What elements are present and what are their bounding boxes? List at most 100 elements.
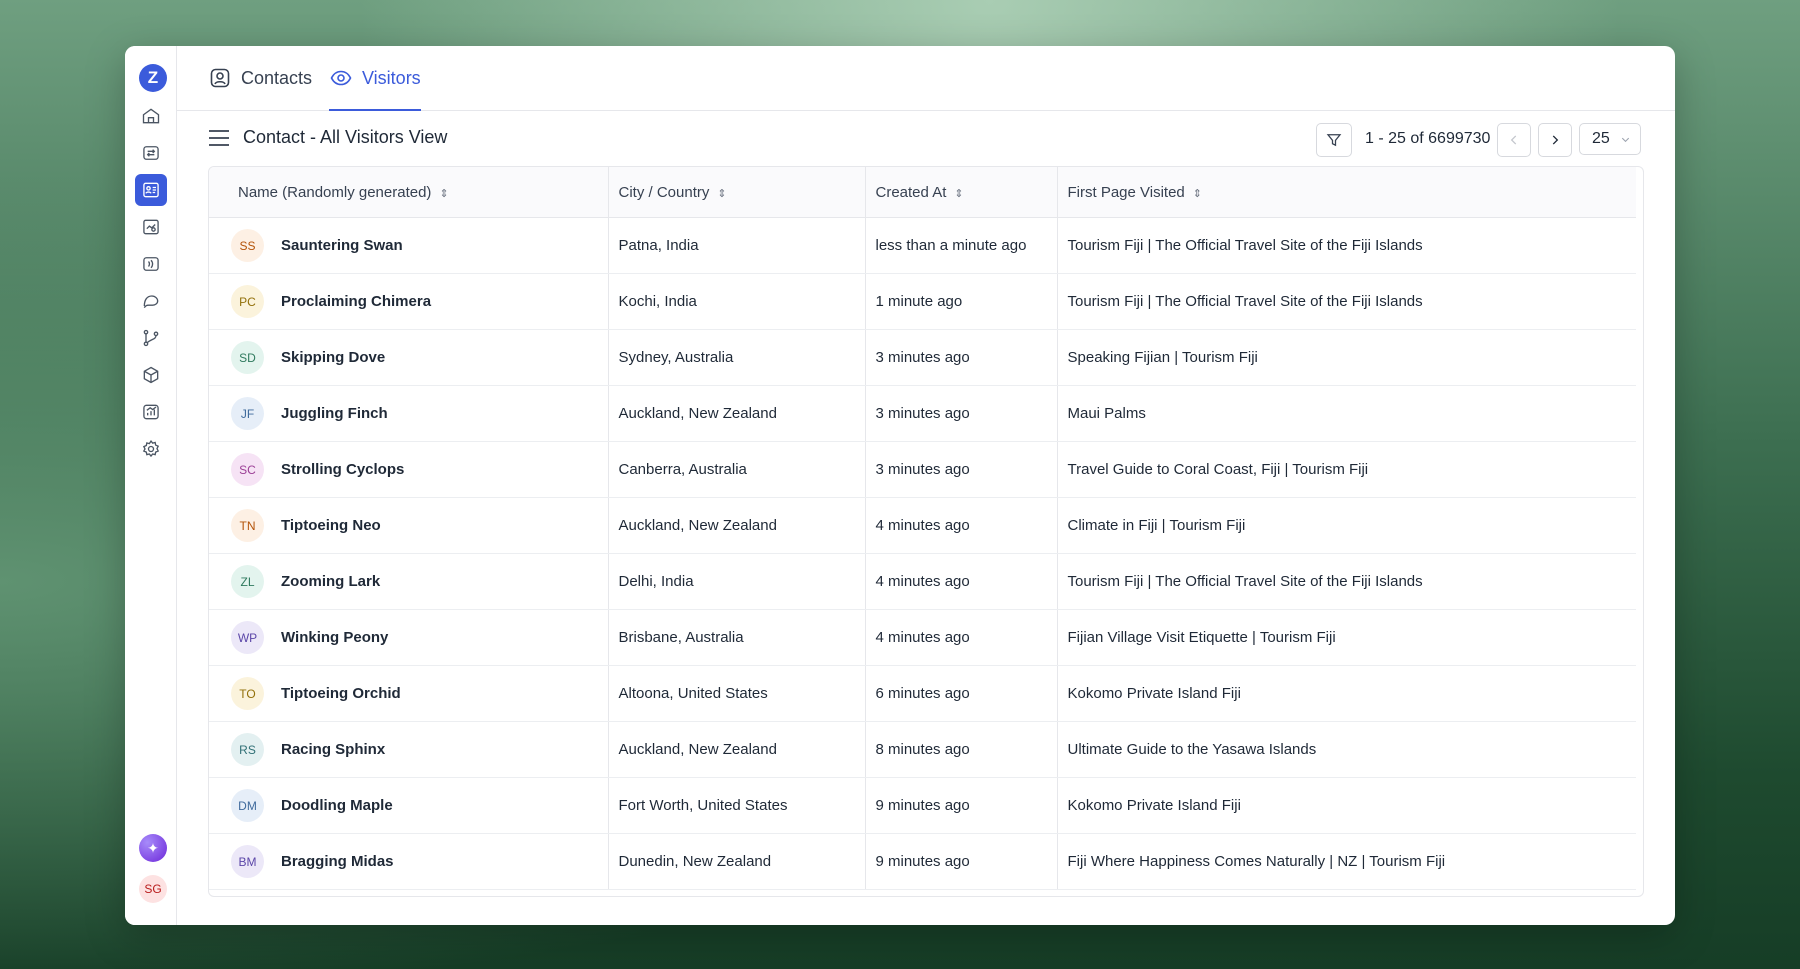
table-row[interactable]: SS Sauntering Swan Patna, India less than a… xyxy=(209,217,1636,274)
visitor-name[interactable]: Tiptoeing Orchid xyxy=(281,685,401,702)
avatar: ZL xyxy=(231,565,264,598)
table-row[interactable]: SC Strolling Cyclops Canberra, Australia 3 … xyxy=(209,441,1636,498)
visitor-name[interactable]: Sauntering Swan xyxy=(281,237,403,254)
column-header-first-page[interactable]: First Page Visited ⇕ xyxy=(1056,167,1636,218)
visitors-table: Name (Randomly generated) ⇕ City / Countr… xyxy=(208,166,1644,897)
visitor-name[interactable]: Strolling Cyclops xyxy=(281,461,404,478)
app-logo[interactable]: Z xyxy=(139,64,167,92)
cell-name[interactable]: TN Tiptoeing Neo xyxy=(209,497,608,554)
visitor-name[interactable]: Proclaiming Chimera xyxy=(281,293,431,310)
table-row[interactable]: TN Tiptoeing Neo Auckland, New Zealand 4 mi… xyxy=(209,497,1636,554)
campaigns-icon[interactable] xyxy=(135,211,167,243)
avatar: TO xyxy=(231,677,264,710)
visitor-name[interactable]: Racing Sphinx xyxy=(281,741,385,758)
tab-contacts-label: Contacts xyxy=(241,67,313,88)
visitor-name[interactable]: Doodling Maple xyxy=(281,797,393,814)
avatar: SC xyxy=(231,453,264,486)
cell-created-at: less than a minute ago xyxy=(864,217,1057,274)
cell-name[interactable]: SC Strolling Cyclops xyxy=(209,441,608,498)
cell-city: Auckland, New Zealand xyxy=(607,497,865,554)
cell-city: Canberra, Australia xyxy=(607,441,865,498)
cell-created-at: 8 minutes ago xyxy=(864,721,1057,778)
column-header-name[interactable]: Name (Randomly generated) ⇕ xyxy=(209,167,608,218)
cell-first-page: Maui Palms xyxy=(1056,385,1636,442)
help-center-icon[interactable] xyxy=(135,285,167,317)
cell-city: Fort Worth, United States xyxy=(607,777,865,834)
visitor-name[interactable]: Tiptoeing Neo xyxy=(281,517,381,534)
view-title[interactable]: Contact - All Visitors View xyxy=(243,127,447,148)
menu-icon[interactable] xyxy=(208,128,230,148)
cell-city: Patna, India xyxy=(607,217,865,274)
eye-icon xyxy=(330,70,352,86)
filter-button[interactable] xyxy=(1316,123,1352,157)
table-row[interactable]: RS Racing Sphinx Auckland, New Zealand 8 mi… xyxy=(209,721,1636,778)
reports-icon[interactable] xyxy=(135,396,167,428)
cell-city: Auckland, New Zealand xyxy=(607,721,865,778)
cell-first-page: Tourism Fiji | The Official Travel Site … xyxy=(1056,273,1636,330)
cell-name[interactable]: RS Racing Sphinx xyxy=(209,721,608,778)
avatar: BM xyxy=(231,845,264,878)
tab-contacts[interactable]: Contacts xyxy=(208,46,312,110)
table-row[interactable]: ZL Zooming Lark Delhi, India 4 minutes ago T… xyxy=(209,553,1636,610)
cell-first-page: Fiji Where Happiness Comes Naturally | N… xyxy=(1056,833,1636,890)
sort-icon[interactable]: ⇕ xyxy=(439,188,448,200)
cell-first-page: Climate in Fiji | Tourism Fiji xyxy=(1056,497,1636,554)
sort-icon[interactable]: ⇕ xyxy=(1193,188,1202,200)
prev-page-button[interactable] xyxy=(1497,123,1531,157)
cell-created-at: 6 minutes ago xyxy=(864,665,1057,722)
contact-card-icon xyxy=(210,68,230,88)
integrations-icon[interactable] xyxy=(135,359,167,391)
chevron-left-icon xyxy=(1510,135,1517,145)
cell-name[interactable]: TO Tiptoeing Orchid xyxy=(209,665,608,722)
sort-icon[interactable]: ⇕ xyxy=(717,188,726,200)
visitor-name[interactable]: Bragging Midas xyxy=(281,853,394,870)
filter-icon xyxy=(1326,134,1342,147)
cell-name[interactable]: DM Doodling Maple xyxy=(209,777,608,834)
next-page-button[interactable] xyxy=(1538,123,1572,157)
user-avatar[interactable]: SG xyxy=(139,875,167,903)
cell-name[interactable]: SS Sauntering Swan xyxy=(209,217,608,274)
cell-created-at: 4 minutes ago xyxy=(864,553,1057,610)
cell-name[interactable]: SD Skipping Dove xyxy=(209,329,608,386)
cell-name[interactable]: ZL Zooming Lark xyxy=(209,553,608,610)
visitor-name[interactable]: Winking Peony xyxy=(281,629,388,646)
page-size-select[interactable]: 25 xyxy=(1579,123,1641,155)
ai-assistant-icon[interactable]: ✦ xyxy=(139,834,167,862)
tab-bar: Contacts Visitors xyxy=(176,46,1675,111)
workflows-icon[interactable] xyxy=(135,322,167,354)
table-row[interactable]: DM Doodling Maple Fort Worth, United State… xyxy=(209,777,1636,834)
table-row[interactable]: BM Bragging Midas Dunedin, New Zealand 9 mi… xyxy=(209,833,1636,890)
tab-visitors[interactable]: Visitors xyxy=(329,46,421,111)
cell-created-at: 4 minutes ago xyxy=(864,609,1057,666)
cell-city: Auckland, New Zealand xyxy=(607,385,865,442)
sort-icon[interactable]: ⇕ xyxy=(954,188,963,200)
cell-name[interactable]: WP Winking Peony xyxy=(209,609,608,666)
cell-name[interactable]: JF Juggling Finch xyxy=(209,385,608,442)
table-row[interactable]: SD Skipping Dove Sydney, Australia 3 minute… xyxy=(209,329,1636,386)
table-row[interactable]: TO Tiptoeing Orchid Altoona, United States… xyxy=(209,665,1636,722)
cell-created-at: 4 minutes ago xyxy=(864,497,1057,554)
table-row[interactable]: PC Proclaiming Chimera Kochi, India 1 minut… xyxy=(209,273,1636,330)
cell-name[interactable]: BM Bragging Midas xyxy=(209,833,608,890)
cell-first-page: Kokomo Private Island Fiji xyxy=(1056,665,1636,722)
cell-name[interactable]: PC Proclaiming Chimera xyxy=(209,273,608,330)
cell-created-at: 9 minutes ago xyxy=(864,833,1057,890)
column-header-created[interactable]: Created At ⇕ xyxy=(864,167,1057,218)
avatar: SS xyxy=(231,229,264,262)
conversations-icon[interactable] xyxy=(135,137,167,169)
table-row[interactable]: WP Winking Peony Brisbane, Australia 4 minu… xyxy=(209,609,1636,666)
cell-city: Delhi, India xyxy=(607,553,865,610)
settings-icon[interactable] xyxy=(135,433,167,465)
avatar: PC xyxy=(231,285,264,318)
visitor-name[interactable]: Juggling Finch xyxy=(281,405,388,422)
visitor-name[interactable]: Skipping Dove xyxy=(281,349,385,366)
column-header-city[interactable]: City / Country ⇕ xyxy=(607,167,865,218)
chevron-down-icon xyxy=(1621,137,1629,142)
cell-city: Brisbane, Australia xyxy=(607,609,865,666)
contacts-icon[interactable] xyxy=(135,174,167,206)
visitor-name[interactable]: Zooming Lark xyxy=(281,573,380,590)
broadcast-icon[interactable] xyxy=(135,248,167,280)
table-row[interactable]: JF Juggling Finch Auckland, New Zealand 3 m… xyxy=(209,385,1636,442)
home-icon[interactable] xyxy=(135,100,167,132)
cell-first-page: Kokomo Private Island Fiji xyxy=(1056,777,1636,834)
